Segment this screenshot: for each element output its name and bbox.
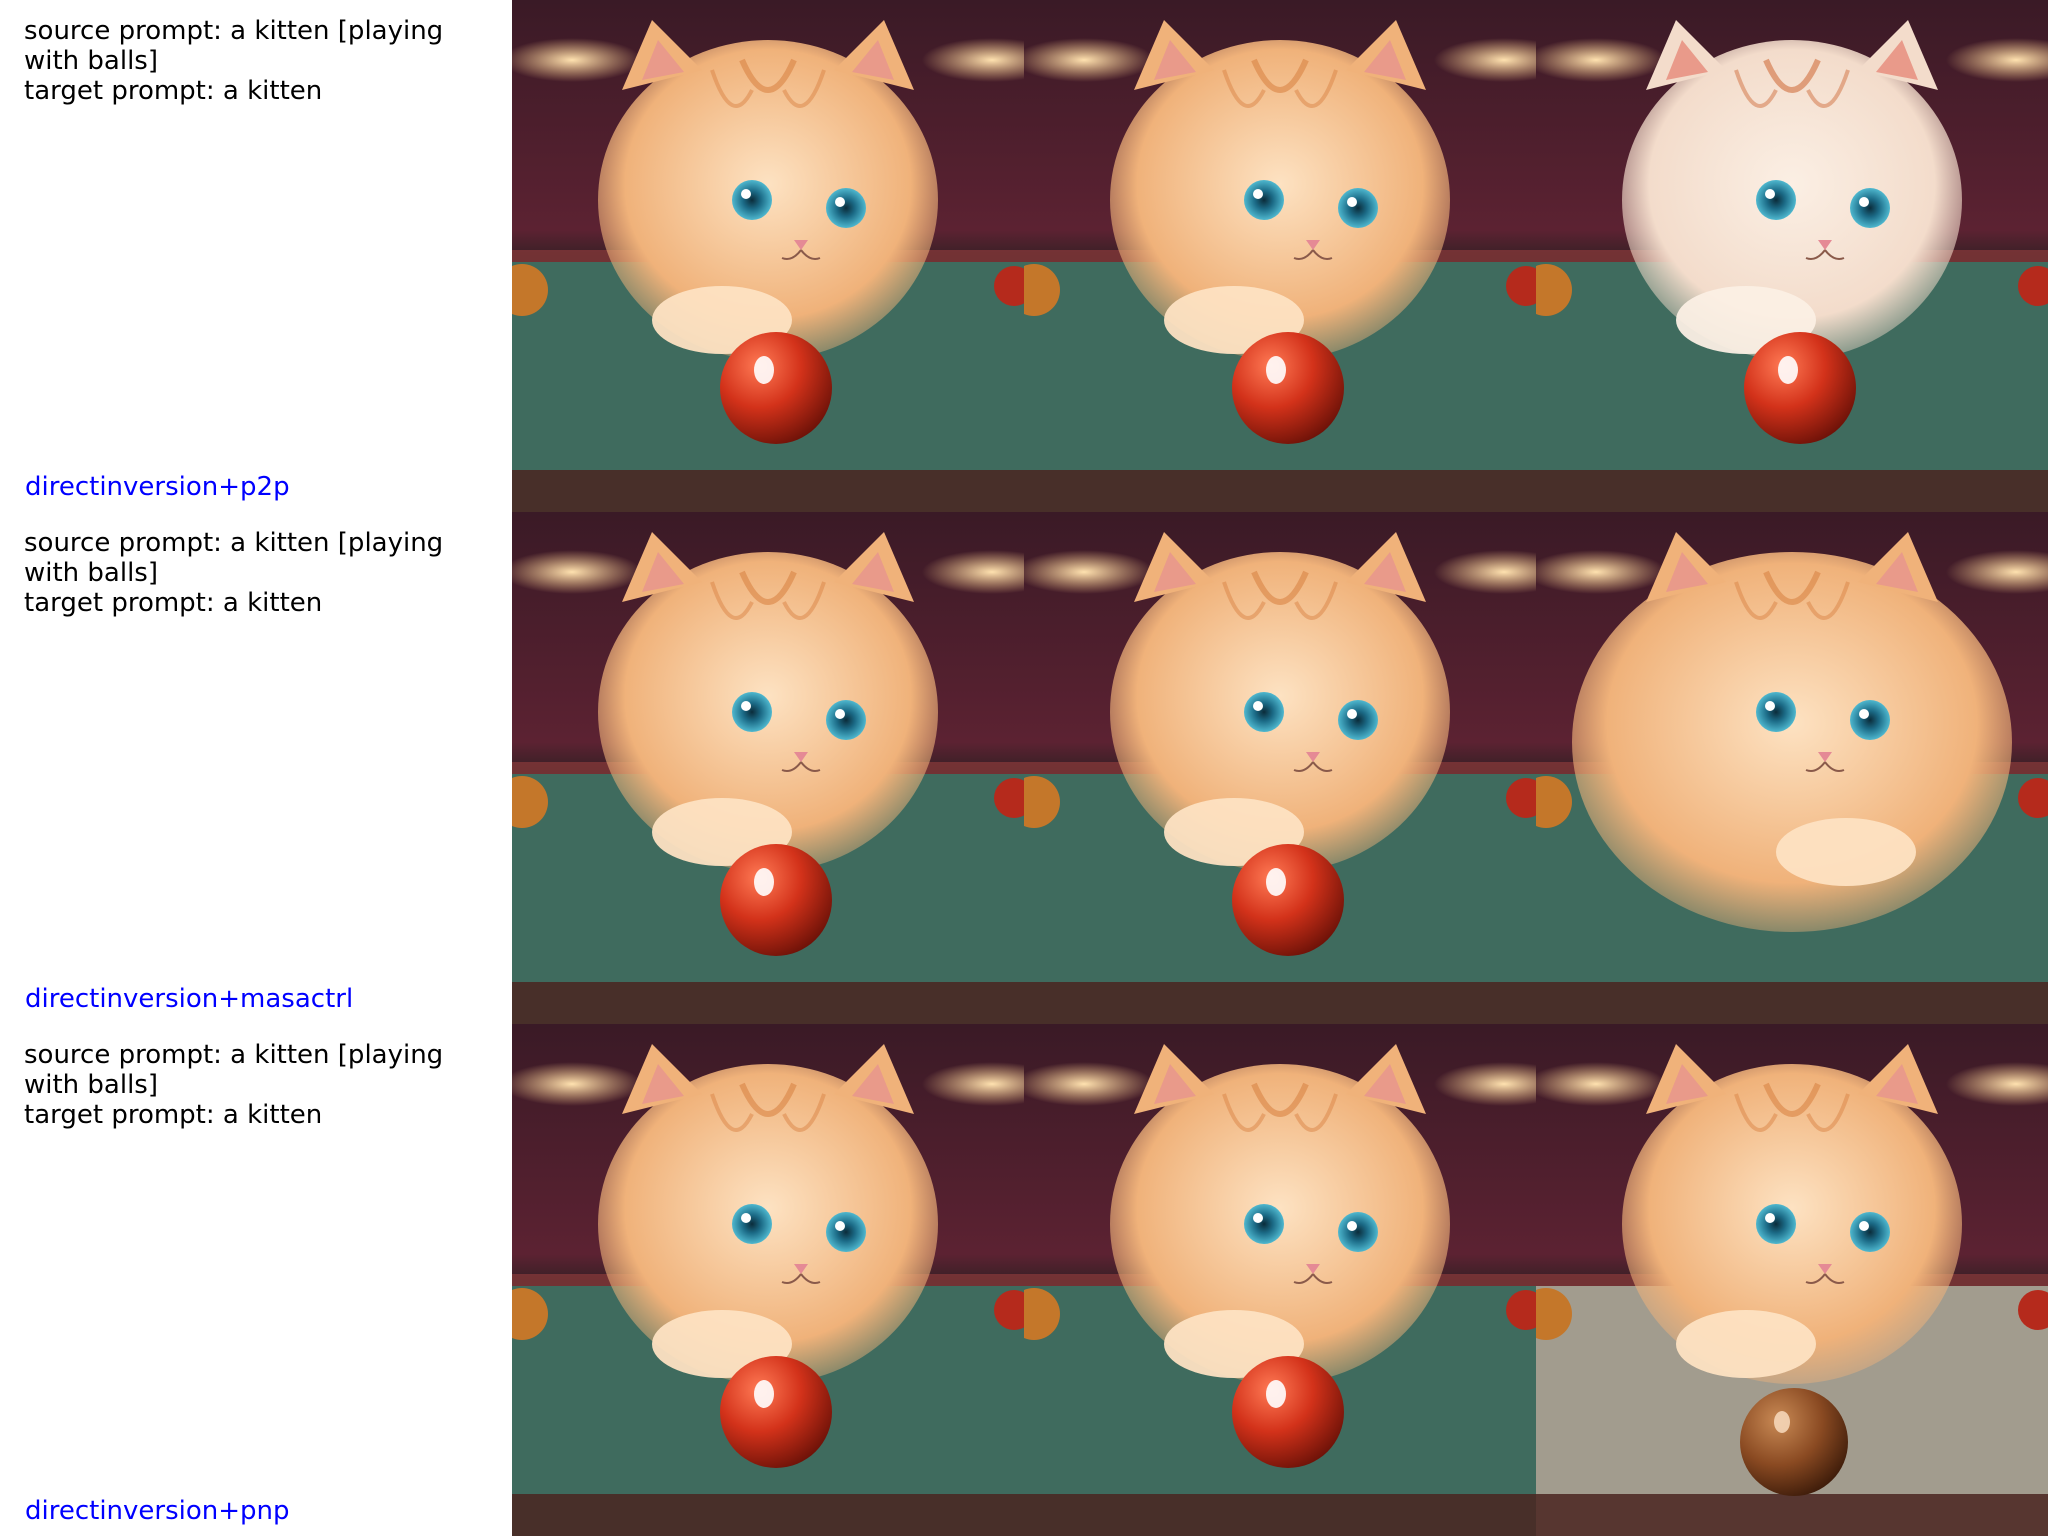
method-label: directinversion+masactrl <box>25 984 354 1014</box>
edited-image <box>1536 1024 2048 1536</box>
result-row: source prompt: a kitten [playing with ba… <box>0 512 2048 1024</box>
row-caption: source prompt: a kitten [playing with ba… <box>0 0 512 512</box>
kitten-illustration <box>1024 512 1536 1024</box>
prompt-block: source prompt: a kitten [playing with ba… <box>24 16 494 106</box>
reconstruction-image <box>1024 512 1536 1024</box>
prompt-block: source prompt: a kitten [playing with ba… <box>24 1040 494 1130</box>
kitten-illustration <box>512 512 1024 1024</box>
kitten-illustration <box>512 0 1024 512</box>
source-prompt: source prompt: a kitten [playing with ba… <box>24 1040 444 1100</box>
row-caption: source prompt: a kitten [playing with ba… <box>0 1024 512 1536</box>
kitten-illustration <box>1024 1024 1536 1536</box>
method-label: directinversion+pnp <box>25 1496 290 1526</box>
kitten-illustration <box>1536 512 2048 1024</box>
source-prompt: source prompt: a kitten [playing with ba… <box>24 16 444 76</box>
kitten-illustration <box>1536 1024 2048 1536</box>
target-prompt: target prompt: a kitten <box>24 76 323 106</box>
source-prompt: source prompt: a kitten [playing with ba… <box>24 528 444 588</box>
reconstruction-image <box>1024 1024 1536 1536</box>
kitten-illustration <box>512 1024 1024 1536</box>
method-label: directinversion+p2p <box>25 472 290 502</box>
kitten-illustration <box>1024 0 1536 512</box>
result-row: source prompt: a kitten [playing with ba… <box>0 1024 2048 1536</box>
kitten-illustration <box>1536 0 2048 512</box>
result-row: source prompt: a kitten [playing with ba… <box>0 0 2048 512</box>
edited-image <box>1536 0 2048 512</box>
target-prompt: target prompt: a kitten <box>24 588 323 618</box>
row-caption: source prompt: a kitten [playing with ba… <box>0 512 512 1024</box>
target-prompt: target prompt: a kitten <box>24 1100 323 1130</box>
source-image <box>512 1024 1024 1536</box>
source-image <box>512 0 1024 512</box>
edited-image <box>1536 512 2048 1024</box>
source-image <box>512 512 1024 1024</box>
prompt-block: source prompt: a kitten [playing with ba… <box>24 528 494 618</box>
reconstruction-image <box>1024 0 1536 512</box>
comparison-grid: source prompt: a kitten [playing with ba… <box>0 0 2048 1536</box>
